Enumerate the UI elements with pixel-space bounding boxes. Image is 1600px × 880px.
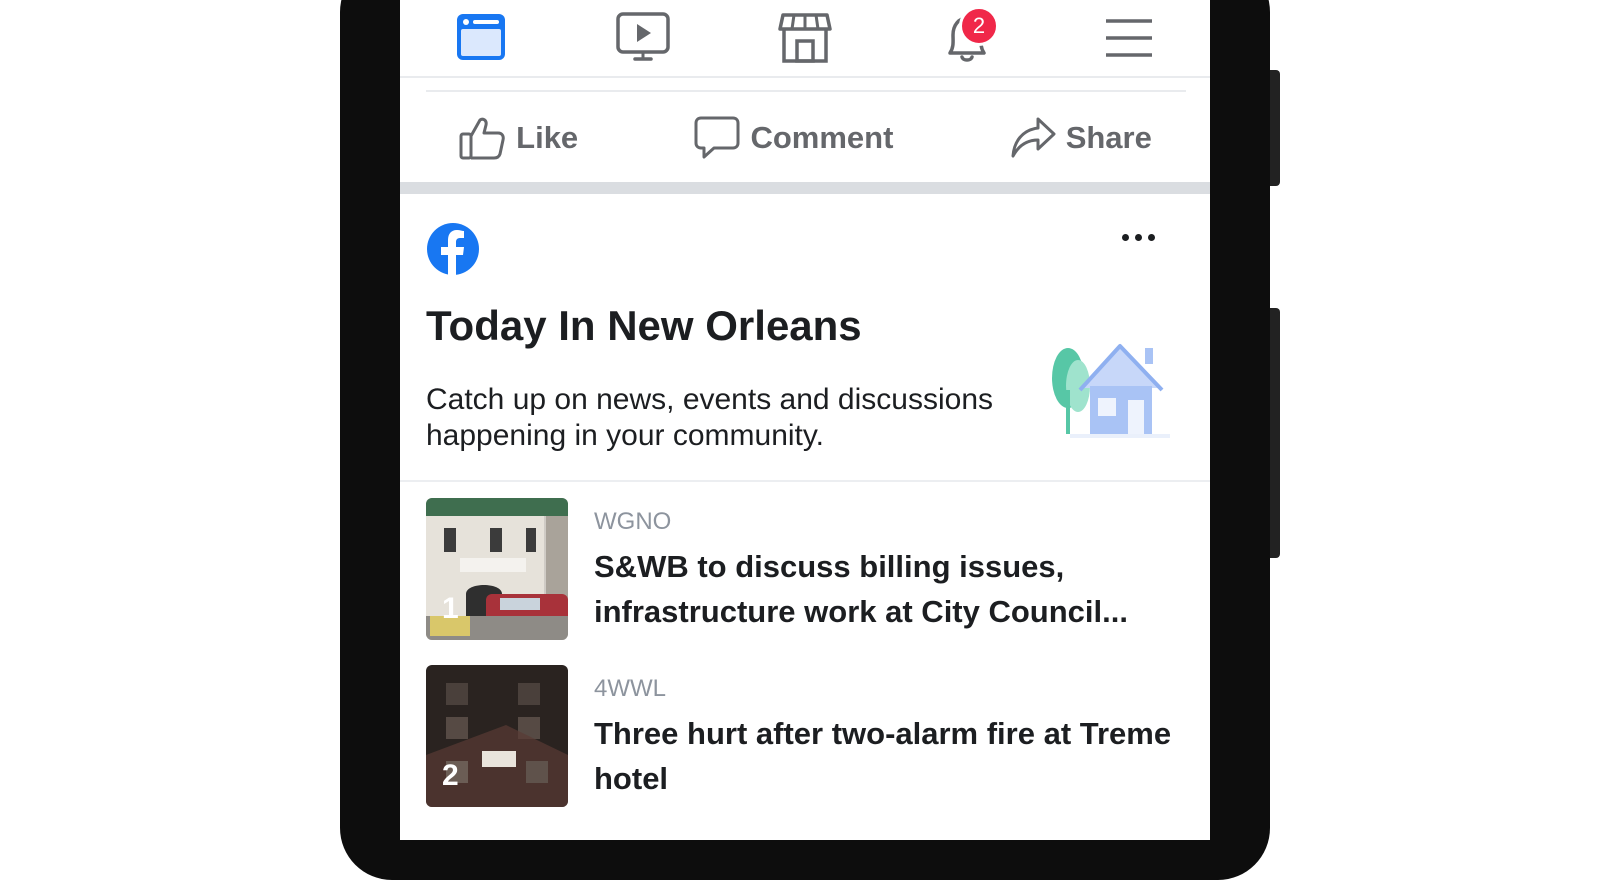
community-illustration — [1050, 340, 1180, 445]
watch-icon — [616, 12, 670, 61]
phone-side-button — [1270, 308, 1280, 558]
comment-button[interactable]: Comment — [694, 115, 893, 161]
nav-marketplace[interactable] — [775, 8, 835, 68]
nav-news-feed[interactable] — [451, 8, 511, 68]
news-headline[interactable]: Three hurt after two-alarm fire at Treme… — [594, 711, 1194, 801]
news-source: WGNO — [594, 508, 672, 535]
more-dot-icon — [1148, 234, 1155, 241]
comment-label: Comment — [750, 120, 894, 155]
divider — [426, 90, 1186, 92]
news-feed-icon — [457, 14, 505, 60]
card-divider — [400, 480, 1210, 482]
thumbs-up-icon — [459, 117, 505, 160]
share-icon — [1011, 117, 1056, 158]
news-headline[interactable]: S&WB to discuss billing issues, infrastr… — [594, 544, 1194, 634]
facebook-logo — [426, 222, 480, 281]
more-dot-icon — [1122, 234, 1129, 241]
app-screen: 2 Like Comment Share Today In New Orlean… — [400, 0, 1210, 840]
marketplace-icon — [778, 13, 832, 63]
feed-separator — [400, 182, 1210, 194]
news-rank: 2 — [442, 759, 459, 792]
more-dot-icon — [1135, 234, 1142, 241]
news-thumbnail: 2 — [426, 665, 568, 807]
menu-icon — [1106, 19, 1152, 57]
notification-badge: 2 — [959, 6, 999, 46]
card-title: Today In New Orleans — [426, 302, 862, 349]
post-action-bar: Like Comment Share — [400, 96, 1210, 180]
nav-menu[interactable] — [1099, 8, 1159, 68]
top-navigation: 2 — [400, 0, 1210, 78]
more-options-button[interactable] — [1122, 234, 1155, 241]
phone-side-button — [1270, 70, 1280, 186]
house-tree-icon — [1052, 344, 1170, 438]
share-label: Share — [1065, 120, 1152, 155]
nav-notifications[interactable]: 2 — [937, 6, 999, 68]
comment-icon — [694, 116, 740, 159]
card-description: Catch up on news, events and discussions… — [426, 383, 993, 452]
news-item[interactable]: 2 4WWL Three hurt after two-alarm fire a… — [426, 665, 1196, 807]
like-label: Like — [516, 120, 579, 155]
news-thumbnail: 1 — [426, 498, 568, 640]
news-rank: 1 — [442, 592, 459, 625]
facebook-logo-icon — [427, 223, 479, 275]
news-source: 4WWL — [594, 675, 666, 702]
nav-watch[interactable] — [613, 8, 673, 68]
news-item[interactable]: 1 WGNO S&WB to discuss billing issues, i… — [426, 498, 1196, 640]
share-button[interactable]: Share — [1010, 116, 1152, 160]
like-button[interactable]: Like — [458, 115, 578, 161]
